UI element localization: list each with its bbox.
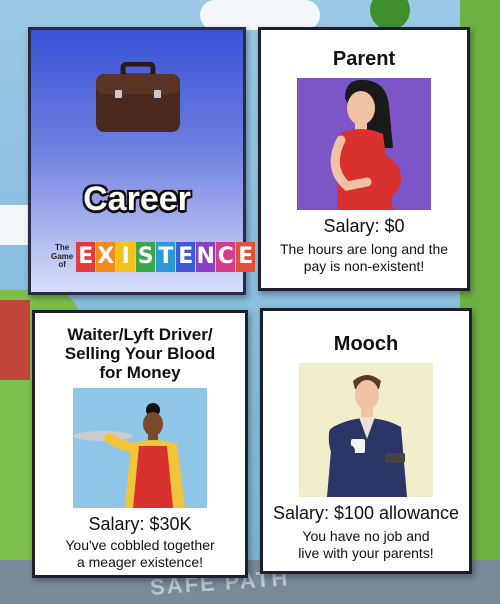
mooch-man-icon xyxy=(327,375,407,498)
card-illustration xyxy=(299,363,433,498)
salary-text: Salary: $0 xyxy=(323,216,405,237)
logo-letter: X xyxy=(96,242,116,272)
house xyxy=(0,300,30,380)
card-title: Parent xyxy=(332,48,396,70)
logo-letter: E xyxy=(76,242,96,272)
card-description: You've cobbled together a meager existen… xyxy=(65,537,215,570)
card-illustration xyxy=(297,78,431,211)
logo-letters: EXISTENCE xyxy=(76,242,256,272)
salary-text: Salary: $30K xyxy=(88,514,192,535)
logo-letter: E xyxy=(176,242,196,272)
card-description: The hours are long and the pay is non-ex… xyxy=(279,241,449,275)
card-illustration xyxy=(73,388,207,509)
card-description: You have no job and live with your paren… xyxy=(298,528,434,562)
logo-letter: C xyxy=(216,242,236,272)
pregnant-woman-icon xyxy=(330,80,401,211)
logo-letter: S xyxy=(136,242,156,272)
career-card-mooch[interactable]: Mooch Salary: $100 allowance You have no… xyxy=(260,308,472,574)
logo-letter: I xyxy=(116,242,136,272)
waiter-icon xyxy=(73,403,185,509)
career-card-waiter[interactable]: Waiter/Lyft Driver/ Selling Your Blood f… xyxy=(32,310,248,578)
career-card-parent[interactable]: Parent Salary: $0 The hours are long and… xyxy=(258,27,470,291)
logo-letter: E xyxy=(236,242,256,272)
cloud xyxy=(200,0,320,30)
game-logo: The Game of EXISTENCE xyxy=(51,242,256,272)
career-title: Career xyxy=(83,180,191,218)
briefcase-icon xyxy=(96,62,180,132)
logo-small-text: The Game of xyxy=(51,243,74,270)
salary-text: Salary: $100 allowance xyxy=(272,503,460,524)
logo-letter: N xyxy=(196,242,216,272)
career-deck-card[interactable]: Career The Game of EXISTENCE xyxy=(28,27,256,295)
card-title: Mooch xyxy=(333,333,399,355)
logo-letter: T xyxy=(156,242,176,272)
card-title: Waiter/Lyft Driver/ Selling Your Blood f… xyxy=(64,325,216,383)
